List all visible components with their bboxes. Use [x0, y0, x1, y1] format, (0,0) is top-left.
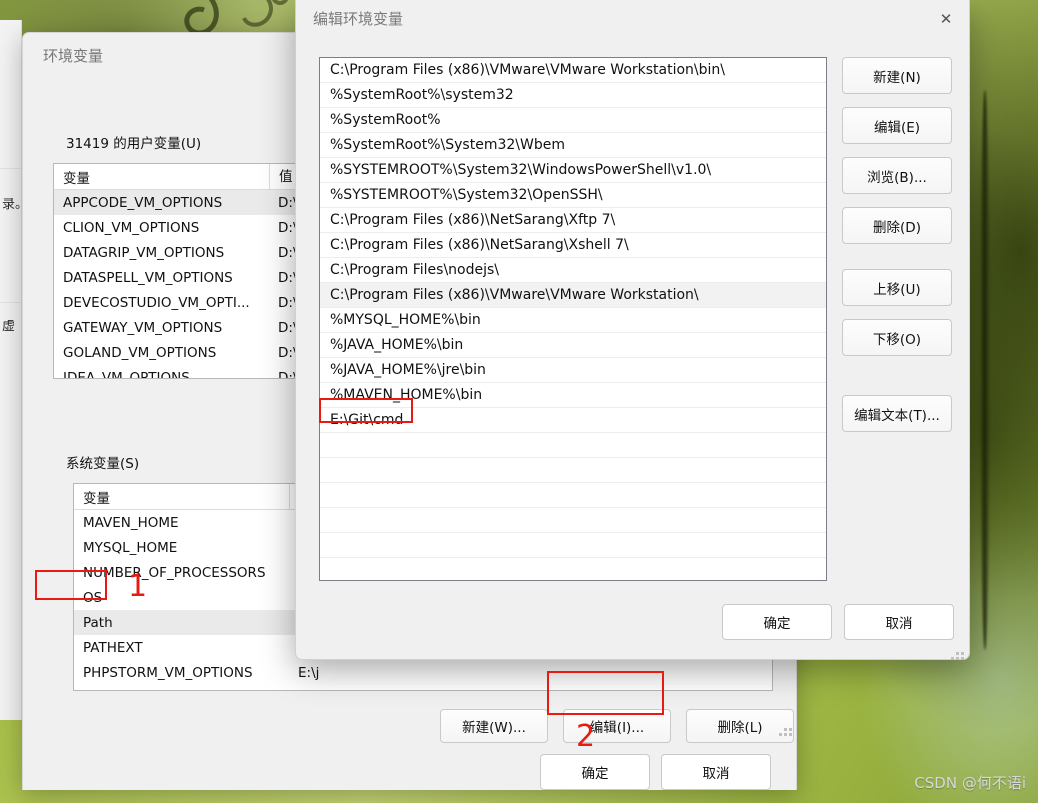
path-list-item[interactable]: [320, 433, 826, 458]
path-list-item[interactable]: C:\Program Files\nodejs\: [320, 258, 826, 283]
env-ok-button[interactable]: 确定: [540, 754, 650, 790]
variable-name-cell: APPCODE_VM_OPTIONS: [63, 194, 223, 211]
path-list-item[interactable]: %MAVEN_HOME%\bin: [320, 383, 826, 408]
variable-name-cell: PROCESSOR_ARCHITECTURE: [74, 690, 289, 691]
path-new-button[interactable]: 新建(N): [842, 57, 952, 94]
dialog-cancel-button[interactable]: 取消: [844, 604, 954, 640]
dialog-resize-grip[interactable]: [951, 652, 965, 666]
env-cancel-button[interactable]: 取消: [661, 754, 771, 790]
variable-name-cell: DATASPELL_VM_OPTIONS: [63, 269, 233, 286]
path-list-item[interactable]: [320, 558, 826, 580]
variable-name-cell: NUMBER_OF_PROCESSORS: [83, 564, 266, 581]
dialog-titlebar[interactable]: 编辑环境变量 ✕: [296, 0, 969, 47]
path-list-item[interactable]: %SystemRoot%: [320, 108, 826, 133]
path-move-down-button[interactable]: 下移(O): [842, 319, 952, 356]
variable-name-cell: GATEWAY_VM_OPTIONS: [63, 319, 223, 336]
system-col-name: 变量: [83, 490, 110, 507]
sysvar-edit-button[interactable]: 编辑(I)...: [563, 709, 671, 743]
variable-name-cell: DEVECOSTUDIO_VM_OPTI...: [63, 294, 250, 311]
path-list-item[interactable]: %JAVA_HOME%\bin: [320, 333, 826, 358]
path-list-item[interactable]: C:\Program Files (x86)\VMware\VMware Wor…: [320, 283, 826, 308]
close-icon[interactable]: ✕: [923, 0, 969, 38]
path-list-item[interactable]: %MYSQL_HOME%\bin: [320, 308, 826, 333]
variable-name-cell: Path: [83, 614, 113, 631]
variable-name-cell: PATHEXT: [83, 639, 143, 656]
variable-name-cell: CLION_VM_OPTIONS: [63, 219, 200, 236]
path-list-item[interactable]: %JAVA_HOME%\jre\bin: [320, 358, 826, 383]
user-variables-group-label: 31419 的用户变量(U): [66, 136, 202, 152]
variable-name-cell: MYSQL_HOME: [83, 539, 178, 556]
path-browse-button[interactable]: 浏览(B)...: [842, 157, 952, 194]
variable-name-cell: PHPSTORM_VM_OPTIONS: [83, 664, 253, 681]
sliver-text-fragment-1: 录。: [2, 198, 22, 211]
table-row[interactable]: PROCESSOR_ARCHITECTUREAM: [74, 685, 772, 691]
edit-environment-variable-dialog[interactable]: 编辑环境变量 ✕ C:\Program Files (x86)\VMware\V…: [295, 0, 970, 660]
path-list-item[interactable]: %SystemRoot%\system32: [320, 83, 826, 108]
path-list-item[interactable]: C:\Program Files (x86)\VMware\VMware Wor…: [320, 58, 826, 83]
path-list-item[interactable]: [320, 508, 826, 533]
path-list-item[interactable]: E:\Git\cmd: [320, 408, 826, 433]
path-action-buttons: 新建(N) 编辑(E) 浏览(B)... 删除(D) 上移(U) 下移(O) 编…: [842, 57, 952, 445]
table-row[interactable]: PHPSTORM_VM_OPTIONS E:\j: [74, 660, 772, 685]
path-list-item[interactable]: [320, 533, 826, 558]
sysvar-new-button[interactable]: 新建(W)...: [440, 709, 548, 743]
system-variables-group-label: 系统变量(S): [66, 456, 140, 472]
path-edit-button[interactable]: 编辑(E): [842, 107, 952, 144]
path-list-item[interactable]: [320, 458, 826, 483]
dialog-title: 编辑环境变量: [313, 10, 404, 28]
path-list-item[interactable]: %SYSTEMROOT%\System32\WindowsPowerShell\…: [320, 158, 826, 183]
dialog-footer: 确定 取消: [296, 600, 969, 660]
path-edit-text-button[interactable]: 编辑文本(T)...: [842, 395, 952, 432]
env-resize-grip[interactable]: [779, 728, 793, 742]
background-window-sliver[interactable]: 录。 虚: [0, 20, 22, 720]
path-entries-listbox[interactable]: C:\Program Files (x86)\VMware\VMware Wor…: [319, 57, 827, 581]
variable-name-cell: IDEA_VM_OPTIONS: [63, 369, 190, 379]
path-delete-button[interactable]: 删除(D): [842, 207, 952, 244]
path-list-item[interactable]: C:\Program Files (x86)\NetSarang\Xshell …: [320, 233, 826, 258]
sysvar-delete-button[interactable]: 删除(L): [686, 709, 794, 743]
variable-value-cell: E:\j: [298, 664, 320, 681]
path-list-item[interactable]: %SYSTEMROOT%\System32\OpenSSH\: [320, 183, 826, 208]
variable-name-cell: GOLAND_VM_OPTIONS: [63, 344, 217, 361]
variable-name-cell: OS: [83, 589, 103, 606]
variable-name-cell: MAVEN_HOME: [83, 514, 179, 531]
dialog-ok-button[interactable]: 确定: [722, 604, 832, 640]
wallpaper-stem-decoration: [980, 90, 990, 650]
sliver-text-fragment-2: 虚: [2, 320, 16, 333]
user-col-name: 变量: [63, 170, 90, 187]
path-list-item[interactable]: [320, 483, 826, 508]
env-window-title: 环境变量: [43, 47, 104, 65]
variable-value-cell: AM: [289, 690, 772, 691]
variable-name-cell: DATAGRIP_VM_OPTIONS: [63, 244, 225, 261]
path-list-item[interactable]: C:\Program Files (x86)\NetSarang\Xftp 7\: [320, 208, 826, 233]
path-move-up-button[interactable]: 上移(U): [842, 269, 952, 306]
csdn-watermark: CSDN @何不语i: [914, 774, 1026, 792]
path-list-item[interactable]: %SystemRoot%\System32\Wbem: [320, 133, 826, 158]
